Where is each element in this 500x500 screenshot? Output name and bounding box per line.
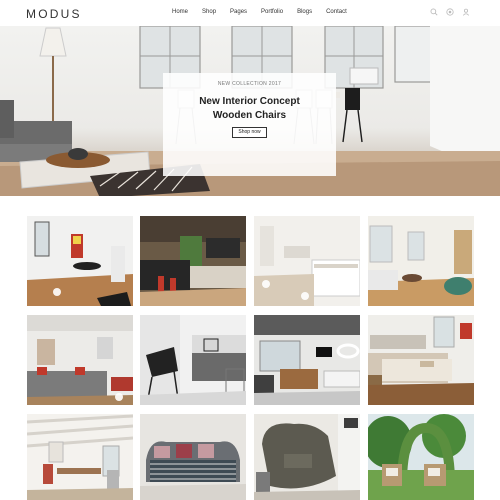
gallery-item-grey-sofa-living-room[interactable]: [27, 315, 133, 405]
gallery-item-white-kitchen[interactable]: [254, 216, 360, 306]
zoom-icon[interactable]: [262, 280, 270, 288]
nav-contact[interactable]: Contact: [326, 9, 347, 15]
search-icon[interactable]: [430, 8, 438, 16]
gallery-item-wooden-bedroom[interactable]: [368, 315, 474, 405]
hero-title: New Interior Concept Wooden Chairs: [163, 95, 336, 123]
zoom-icon[interactable]: [115, 393, 123, 401]
nav-pages[interactable]: Pages: [230, 9, 247, 15]
gallery-image: [368, 216, 474, 306]
nav-portfolio[interactable]: Portfolio: [261, 9, 283, 15]
hero-caption: NEW COLLECTION 2017 New Interior Concept…: [163, 73, 336, 176]
cart-icon[interactable]: [446, 8, 454, 16]
site-header: MODUS Home Shop Pages Portfolio Blogs Co…: [0, 0, 500, 26]
gallery-item-attic-dining-room[interactable]: [27, 414, 133, 500]
gallery-image: [140, 414, 246, 500]
main-nav: Home Shop Pages Portfolio Blogs Contact: [172, 9, 361, 15]
hero-title-line-2: Wooden Chairs: [212, 110, 287, 121]
nav-shop[interactable]: Shop: [202, 9, 216, 15]
gallery-image: [27, 216, 133, 306]
gallery-image: [368, 414, 474, 500]
logo[interactable]: MODUS: [26, 7, 82, 21]
gallery-item-black-armchair-corner[interactable]: [140, 315, 246, 405]
gallery-item-bright-living-room[interactable]: [368, 216, 474, 306]
gallery-image: [254, 414, 360, 500]
hero-title-line-1: New Interior Concept: [199, 96, 300, 107]
gallery-item-loft-lounge[interactable]: [254, 315, 360, 405]
gallery-image: [368, 315, 474, 405]
header-icons: [430, 8, 470, 16]
hero-slider: NEW COLLECTION 2017 New Interior Concept…: [0, 26, 500, 196]
user-icon[interactable]: [462, 8, 470, 16]
nav-home[interactable]: Home: [172, 9, 188, 15]
hero-kicker: NEW COLLECTION 2017: [217, 81, 282, 87]
gallery-image: [27, 414, 133, 500]
shop-now-button[interactable]: Shop now: [232, 127, 267, 138]
zoom-icon[interactable]: [301, 292, 309, 300]
gallery-image: [27, 315, 133, 405]
gallery-item-striped-bench-sofa[interactable]: [140, 414, 246, 500]
gallery-image: [140, 315, 246, 405]
zoom-icon[interactable]: [53, 288, 61, 296]
gallery-item-garden-patio[interactable]: [368, 414, 474, 500]
gallery-item-green-armchair[interactable]: [254, 414, 360, 500]
gallery-image: [140, 216, 246, 306]
gallery-item-black-white-apartment[interactable]: [27, 216, 133, 306]
nav-blogs[interactable]: Blogs: [297, 9, 312, 15]
gallery-item-dark-kitchen[interactable]: [140, 216, 246, 306]
gallery-image: [254, 315, 360, 405]
